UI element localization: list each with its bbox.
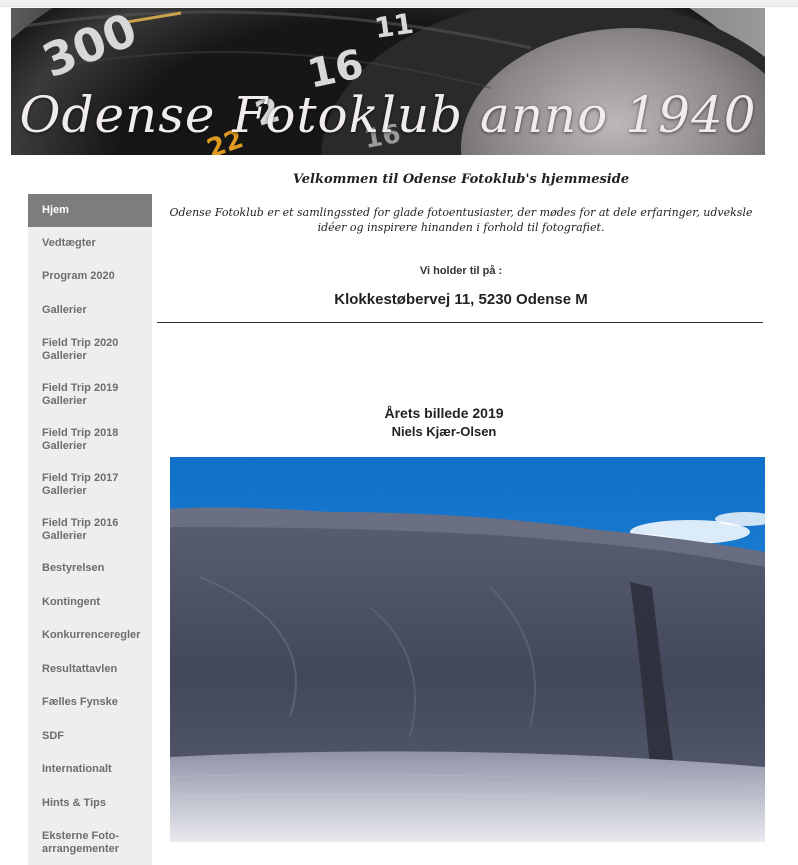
nav-item-sdf[interactable]: SDF	[28, 719, 152, 753]
browser-top-edge	[0, 0, 798, 7]
nav-item-hints-tips[interactable]: Hints & Tips	[28, 786, 152, 820]
intro-text: Odense Fotoklub er et samlingssted for g…	[169, 206, 753, 234]
photo-of-year-image	[170, 457, 765, 842]
nav-item-field-trip-2019[interactable]: Field Trip 2019 Gallerier	[28, 372, 152, 417]
photo-of-year-title: Årets billede 2019	[384, 405, 504, 421]
nav-item-vedtaegter[interactable]: Vedtægter	[28, 227, 152, 260]
dial-number: 11	[372, 8, 415, 45]
nav-item-field-trip-2020[interactable]: Field Trip 2020 Gallerier	[28, 327, 152, 372]
nav-item-konkurrenceregler[interactable]: Konkurrenceregler	[28, 619, 152, 652]
nav-item-field-trip-2016[interactable]: Field Trip 2016 Gallerier	[28, 507, 152, 552]
venue-address: Klokkestøbervej 11, 5230 Odense M	[334, 291, 588, 308]
banner-title: Odense Fotoklub anno 1940	[19, 86, 757, 144]
header-banner: 300 16 11 2 16 22 Odense Fotoklub anno 1…	[11, 8, 765, 155]
nav-item-gallerier[interactable]: Gallerier	[28, 293, 152, 327]
nav-item-resultattavlen[interactable]: Resultattavlen	[28, 652, 152, 686]
nav-item-kontingent[interactable]: Kontingent	[28, 585, 152, 619]
photo-author: Niels Kjær-Olsen	[391, 424, 497, 439]
nav-item-program-2020[interactable]: Program 2020	[28, 260, 152, 293]
venue-label: Vi holder til på :	[419, 265, 503, 277]
nav-item-field-trip-2017[interactable]: Field Trip 2017 Gallerier	[28, 462, 152, 507]
welcome-heading: Velkommen til Odense Fotoklub's hjemmesi…	[292, 172, 630, 187]
divider-line	[157, 322, 763, 323]
nav-item-field-trip-2018[interactable]: Field Trip 2018 Gallerier	[28, 417, 152, 462]
nav-item-bestyrelsen[interactable]: Bestyrelsen	[28, 552, 152, 585]
nav-item-faelles-fynske[interactable]: Fælles Fynske	[28, 686, 152, 719]
nav-item-eksterne-foto-arrangementer[interactable]: Eksterne Foto-arrangementer	[28, 820, 152, 865]
sidebar-nav: Hjem Vedtægter Program 2020 Gallerier Fi…	[28, 194, 152, 865]
nav-item-internationalt[interactable]: Internationalt	[28, 753, 152, 786]
nav-item-hjem[interactable]: Hjem	[28, 194, 152, 227]
